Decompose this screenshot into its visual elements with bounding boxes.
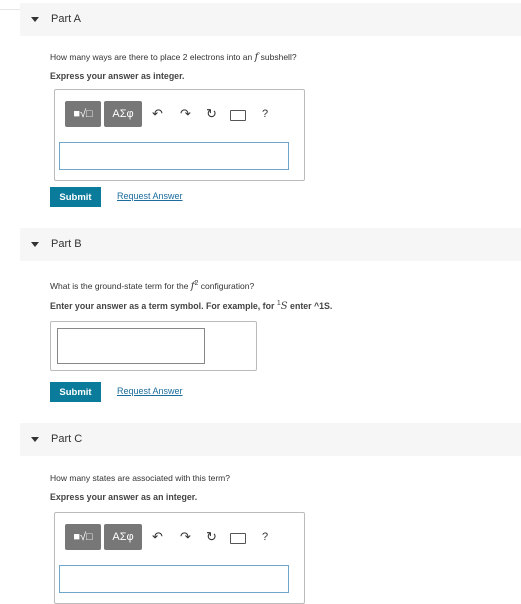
part-c-title: Part C (51, 433, 83, 445)
templates-button[interactable]: ■√□ (65, 101, 101, 127)
part-c-answer-input[interactable] (59, 565, 289, 593)
part-a-header[interactable]: Part A (20, 3, 521, 36)
keyboard-icon[interactable] (230, 532, 246, 547)
part-c-question: How many states are associated with this… (50, 473, 230, 483)
undo-icon[interactable]: ↶ (152, 529, 163, 545)
templates-button[interactable]: ■√□ (65, 524, 101, 550)
part-a-request-answer-link[interactable]: Request Answer (117, 191, 183, 201)
part-b-instruction: Enter your answer as a term symbol. For … (50, 300, 333, 312)
help-icon[interactable]: ? (262, 531, 268, 543)
part-b-title: Part B (51, 238, 82, 250)
part-b-submit-button[interactable]: Submit (50, 382, 101, 402)
collapse-triangle-icon[interactable] (31, 437, 39, 442)
collapse-triangle-icon[interactable] (31, 242, 39, 247)
part-b-text-editor (50, 321, 257, 371)
part-a-question: How many ways are there to place 2 elect… (50, 52, 297, 63)
part-b-question: What is the ground-state term for the f2… (50, 280, 255, 292)
reset-icon[interactable]: ↻ (206, 106, 217, 122)
part-a-instruction: Express your answer as integer. (50, 71, 185, 81)
part-b-request-answer-link[interactable]: Request Answer (117, 386, 183, 396)
part-c-math-editor: ■√□ ΑΣφ ↶ ↷ ↻ ? (54, 512, 305, 604)
symbols-button[interactable]: ΑΣφ (104, 101, 142, 127)
keyboard-icon[interactable] (230, 109, 246, 124)
part-c-instruction: Express your answer as an integer. (50, 492, 198, 502)
help-icon[interactable]: ? (262, 108, 268, 120)
reset-icon[interactable]: ↻ (206, 529, 217, 545)
part-a-submit-button[interactable]: Submit (50, 187, 101, 207)
redo-icon[interactable]: ↷ (180, 529, 191, 545)
undo-icon[interactable]: ↶ (152, 106, 163, 122)
part-b-answer-input[interactable] (57, 328, 205, 364)
redo-icon[interactable]: ↷ (180, 106, 191, 122)
part-a-title: Part A (51, 13, 81, 25)
part-a-answer-input[interactable] (59, 142, 289, 170)
symbols-button[interactable]: ΑΣφ (104, 524, 142, 550)
part-c-header[interactable]: Part C (20, 423, 521, 456)
collapse-triangle-icon[interactable] (31, 17, 39, 22)
part-a-math-editor: ■√□ ΑΣφ ↶ ↷ ↻ ? (54, 89, 305, 181)
part-b-header[interactable]: Part B (20, 228, 521, 261)
